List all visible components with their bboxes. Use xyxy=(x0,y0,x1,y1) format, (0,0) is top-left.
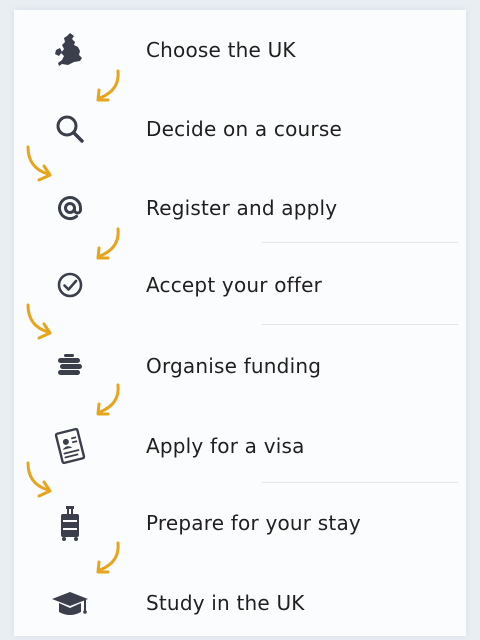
step-label: Organise funding xyxy=(146,354,322,378)
step-label: Register and apply xyxy=(146,196,338,220)
luggage-icon xyxy=(42,495,98,551)
step-label: Decide on a course xyxy=(146,117,342,141)
step-organise-funding[interactable]: Organise funding xyxy=(42,336,462,396)
at-sign-icon xyxy=(42,180,98,236)
divider-line xyxy=(262,482,458,483)
step-label: Prepare for your stay xyxy=(146,511,361,535)
step-study-in-the-uk[interactable]: Study in the UK xyxy=(42,573,462,633)
step-label: Apply for a visa xyxy=(146,434,305,458)
check-circle-icon xyxy=(42,257,98,313)
graduation-cap-icon xyxy=(42,575,98,631)
coin-stack-icon xyxy=(42,338,98,394)
step-apply-for-a-visa[interactable]: Apply for a visa xyxy=(42,416,462,476)
step-decide-on-a-course[interactable]: Decide on a course xyxy=(42,99,462,159)
step-label: Choose the UK xyxy=(146,38,296,62)
steps-card: Choose the UK Decide on a course Registe… xyxy=(14,10,466,636)
divider-line xyxy=(262,242,458,243)
search-icon xyxy=(42,101,98,157)
step-prepare-for-your-stay[interactable]: Prepare for your stay xyxy=(42,493,462,553)
uk-map-icon xyxy=(42,22,98,78)
step-label: Accept your offer xyxy=(146,273,323,297)
step-accept-your-offer[interactable]: Accept your offer xyxy=(42,255,462,315)
step-label: Study in the UK xyxy=(146,591,305,615)
divider-line xyxy=(262,324,458,325)
visa-document-icon xyxy=(42,418,98,474)
step-register-and-apply[interactable]: Register and apply xyxy=(42,178,462,238)
step-choose-the-uk[interactable]: Choose the UK xyxy=(42,20,462,80)
